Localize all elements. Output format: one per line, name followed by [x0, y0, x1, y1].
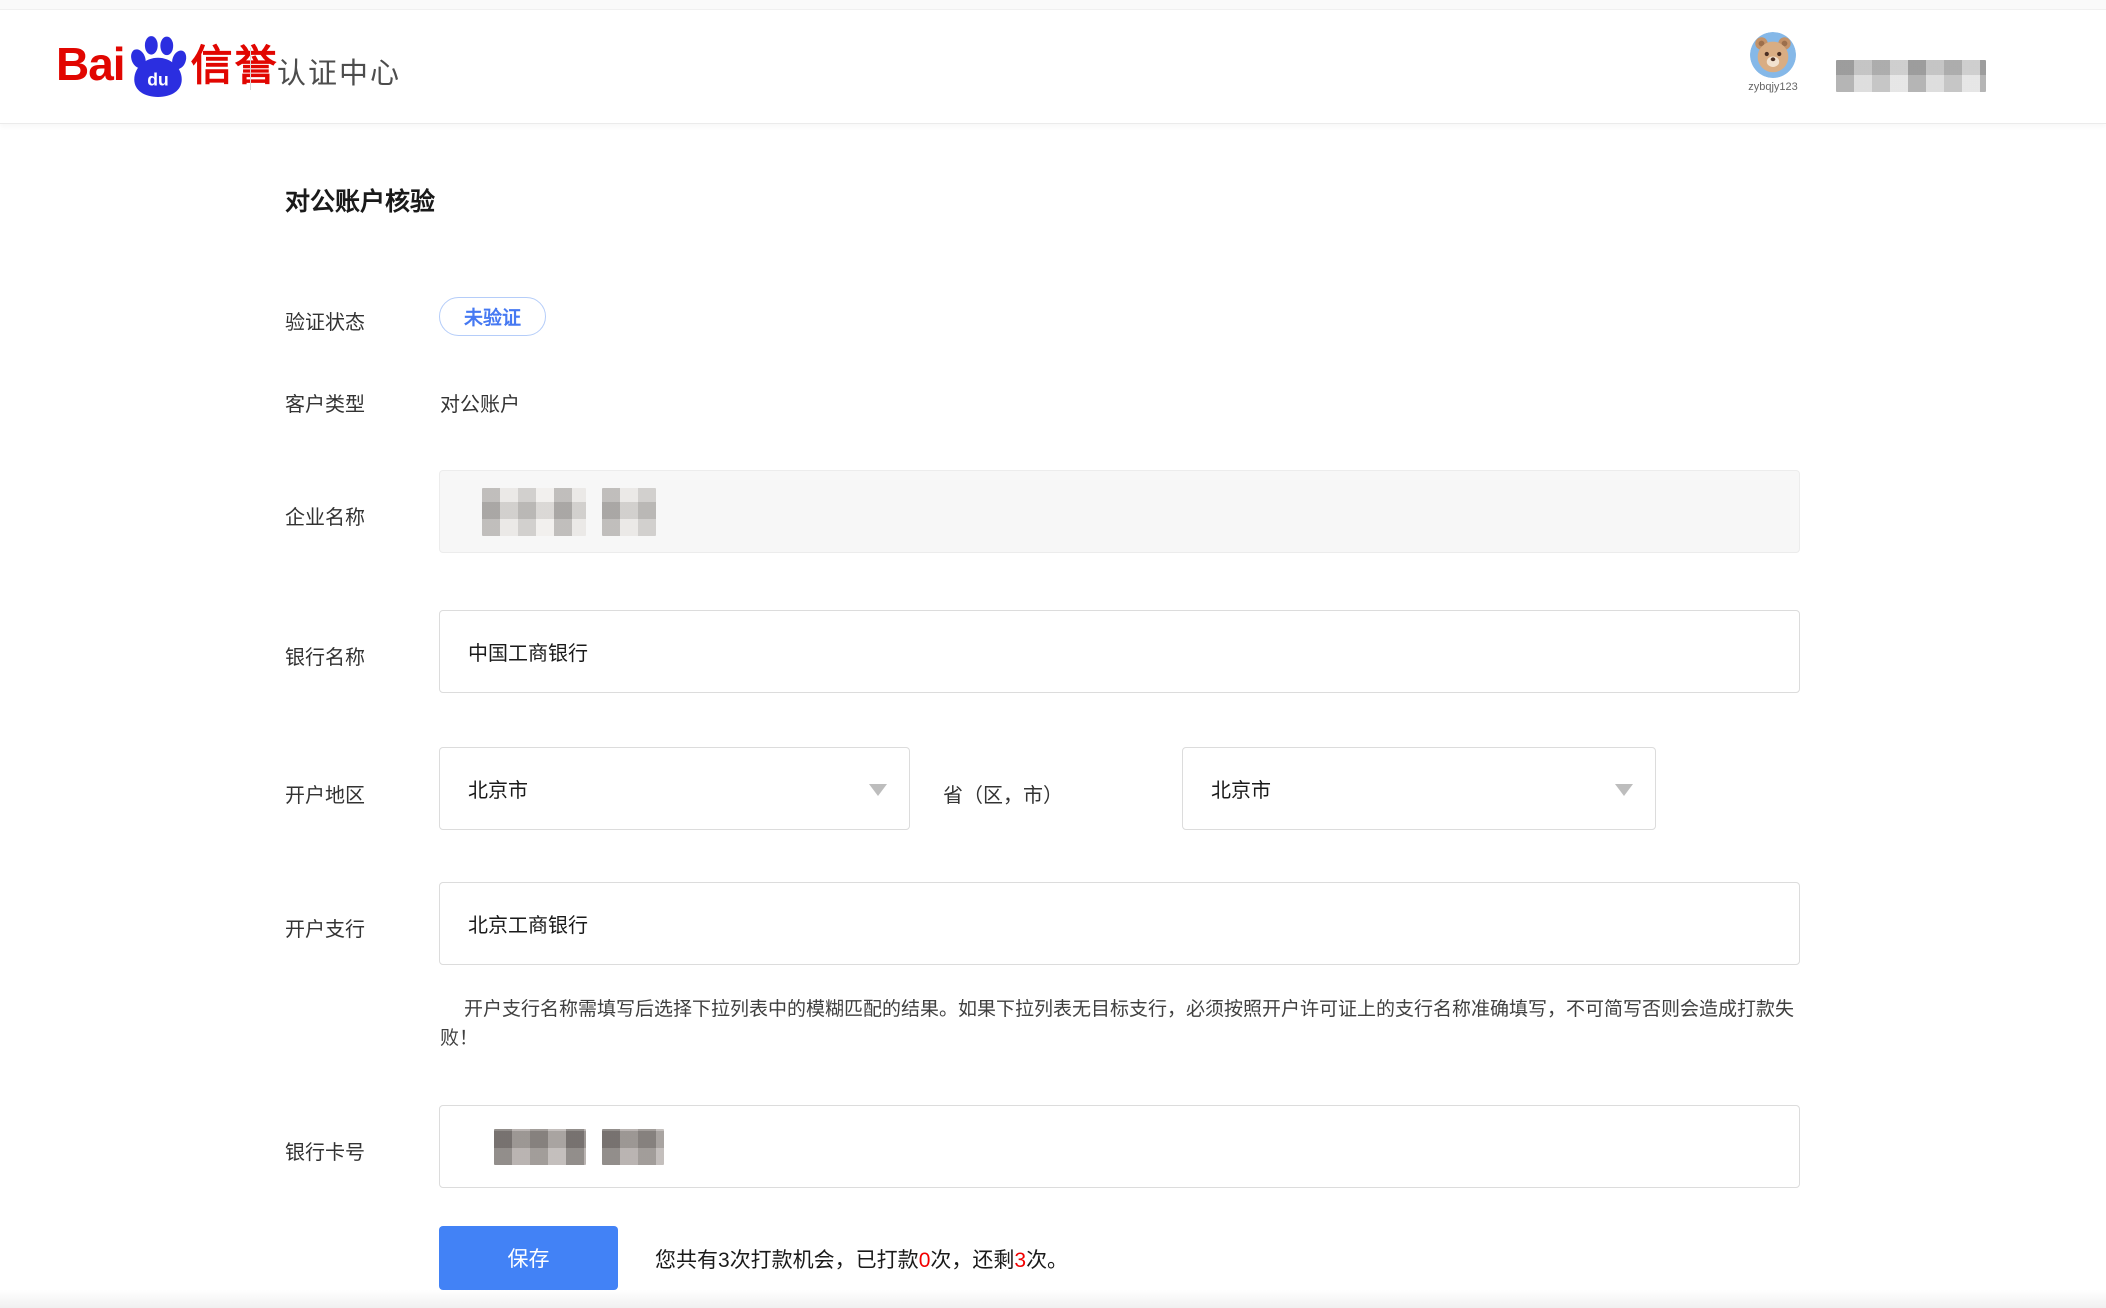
label-open-region: 开户地区 [285, 779, 365, 808]
avatar-box[interactable]: zybqjy123 [1738, 32, 1808, 93]
bank-name-value: 中国工商银行 [468, 637, 588, 666]
redacted-card-number-part1 [494, 1129, 586, 1165]
logo-text-du: du [147, 70, 168, 90]
label-bank-name: 银行名称 [285, 641, 365, 670]
card-number-input[interactable] [439, 1105, 1800, 1188]
city-selected-value: 北京市 [1211, 774, 1271, 803]
save-button[interactable]: 保存 [439, 1226, 618, 1290]
label-company-name: 企业名称 [285, 501, 365, 530]
page: Bai du 信誉 认证中心 [0, 0, 2106, 1308]
province-selected-value: 北京市 [468, 774, 528, 803]
note-remaining-count: 3 [1014, 1249, 1026, 1272]
header: Bai du 信誉 认证中心 [0, 10, 2106, 124]
label-province-district-city: 省（区，市） [943, 779, 1063, 808]
customer-type-value: 对公账户 [440, 388, 520, 417]
redacted-account-name [1836, 60, 1986, 92]
baidu-xinyu-logo[interactable]: Bai du 信誉 [56, 32, 279, 96]
note-total-count: 3 [718, 1249, 730, 1272]
note-suffix: 次。 [1026, 1249, 1068, 1272]
label-customer-type: 客户类型 [285, 388, 365, 417]
chevron-down-icon [1615, 784, 1633, 796]
note-mid2: 次，还剩 [930, 1249, 1014, 1272]
note-paid-count: 0 [919, 1249, 931, 1272]
username-caption: zybqjy123 [1748, 81, 1798, 93]
logo-text-xinyu: 信誉 [191, 36, 279, 96]
note-prefix: 您共有 [655, 1249, 718, 1272]
redacted-company-name-part1 [482, 488, 586, 536]
page-title: 对公账户核验 [285, 182, 435, 218]
footer-strip [0, 1290, 2106, 1308]
redacted-company-name-part2 [602, 488, 656, 536]
label-verify-status: 验证状态 [285, 306, 365, 335]
city-select[interactable]: 北京市 [1182, 747, 1656, 830]
branch-helper-note: 开户支行名称需填写后选择下拉列表中的模糊匹配的结果。如果下拉列表无目标支行，必须… [440, 995, 1800, 1053]
site-section-title: 认证中心 [277, 50, 401, 92]
label-open-branch: 开户支行 [285, 913, 365, 942]
top-strip [0, 0, 2106, 10]
user-area: zybqjy123 [1738, 32, 1986, 93]
user-avatar[interactable] [1750, 32, 1796, 78]
chevron-down-icon [869, 784, 887, 796]
company-name-input [439, 470, 1800, 553]
logo-text-bai: Bai [56, 32, 125, 96]
branch-input[interactable]: 北京工商银行 [439, 882, 1800, 965]
baidu-paw-icon: du [127, 34, 189, 98]
status-badge: 未验证 [439, 297, 546, 336]
label-card-number: 银行卡号 [285, 1136, 365, 1165]
province-select[interactable]: 北京市 [439, 747, 910, 830]
bank-name-input[interactable]: 中国工商银行 [439, 610, 1800, 693]
branch-value: 北京工商银行 [468, 909, 588, 938]
payment-attempts-note: 您共有3次打款机会，已打款0次，还剩3次。 [655, 1244, 1068, 1274]
redacted-card-number-part2 [602, 1129, 664, 1165]
note-mid1: 次打款机会，已打款 [730, 1249, 919, 1272]
header-divider [250, 48, 251, 90]
